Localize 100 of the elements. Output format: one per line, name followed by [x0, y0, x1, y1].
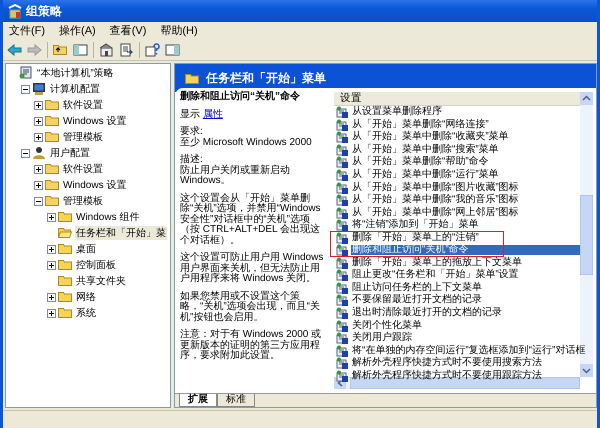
policy-setting-icon	[336, 256, 349, 269]
setting-item[interactable]: 退出时清除最近打开的文档的记录	[351, 308, 503, 318]
help-icon[interactable]	[145, 42, 160, 56]
scroll-thumb-icon	[580, 194, 593, 274]
requirements-label: 要求:	[180, 127, 204, 137]
expand-icon[interactable]	[34, 100, 43, 110]
description-text: 防止用户关闭或重新启动 Windows。	[180, 166, 291, 186]
tree-item[interactable]: 桌面	[75, 242, 97, 256]
description-text: 这个设置会从「开始」菜单删除“关机”选项，并禁用“Windows 安全性”对话框中的“关机”选项（按 CTRL+ALT+DEL 会出现这个对话框）。	[180, 194, 322, 246]
user-icon	[32, 146, 47, 160]
policy-setting-icon	[336, 118, 349, 131]
expand-icon[interactable]	[34, 116, 43, 126]
setting-item[interactable]: 解析外壳程序快捷方式时不要使用跟踪方法	[351, 370, 543, 381]
tree-item[interactable]: 软件设置	[62, 98, 104, 112]
computer-icon	[32, 82, 47, 96]
collapse-icon[interactable]	[21, 84, 30, 94]
tree-item[interactable]: 任务栏和「开始」菜	[75, 226, 167, 240]
expand-icon[interactable]	[47, 212, 56, 222]
description-text: 如果您禁用或不设置这个策略，“关机”选项会出现，而且“关机”按钮也会启用。	[180, 292, 321, 323]
panel-toggle-icon[interactable]	[73, 42, 88, 56]
setting-item[interactable]: 将“注销”添加到「开始」菜单	[351, 220, 480, 230]
tree-item[interactable]: “本地计算机”策略	[36, 66, 115, 80]
folder-icon	[45, 114, 60, 128]
menu-item[interactable]: 帮助(H)	[160, 23, 198, 38]
pane-title: 任务栏和「开始」菜单	[206, 70, 326, 86]
policy-setting-icon	[336, 357, 349, 370]
setting-item[interactable]: 从「开始」菜单中删除“运行”菜单	[351, 170, 500, 180]
folder-icon	[58, 210, 73, 224]
tree-item[interactable]: Windows 组件	[75, 210, 140, 224]
tree-item[interactable]: 系统	[75, 306, 97, 320]
setting-item[interactable]: 从设置菜单删除程序	[351, 107, 443, 118]
expand-icon[interactable]	[34, 164, 43, 174]
folder-icon	[58, 306, 73, 320]
setting-item[interactable]: 从「开始」菜单中删除“收藏夹”菜单	[351, 132, 510, 142]
policy-setting-icon	[336, 294, 349, 306]
setting-item[interactable]: 关闭个性化菜单	[351, 320, 423, 331]
properties-link[interactable]: 属性	[202, 108, 223, 120]
export-list-icon[interactable]	[119, 42, 134, 56]
policy-setting-icon	[336, 332, 349, 344]
tree-item[interactable]: Windows 设置	[62, 178, 128, 192]
expand-icon[interactable]	[34, 132, 43, 142]
policy-setting-icon	[336, 232, 349, 244]
tab[interactable]: 标准	[217, 394, 255, 407]
policy-setting-icon	[336, 307, 349, 320]
folder-icon	[58, 258, 73, 272]
setting-item[interactable]: 从「开始」菜单中删除“图片收藏”图标	[351, 182, 520, 193]
collapse-icon[interactable]	[21, 148, 30, 158]
setting-item[interactable]: 不要保留最近打开文档的记录	[351, 295, 483, 306]
policy-setting-icon	[336, 194, 349, 206]
tree-item[interactable]: 管理模板	[62, 194, 104, 208]
folder-up-icon[interactable]	[53, 42, 68, 56]
tree-item[interactable]: 软件设置	[62, 162, 104, 176]
folder-icon	[58, 242, 73, 256]
tree-item[interactable]: 共享文件夹	[75, 274, 127, 288]
folder-icon	[45, 162, 60, 176]
description-text: 这个设置可防止用户用 Windows 用户界面来关机，但无法防止用户用程序来将 Windows 关闭。	[180, 253, 324, 284]
scroll-up-icon	[580, 92, 593, 105]
policy-setting-icon	[336, 344, 349, 357]
tree-item[interactable]: 用户配置	[49, 146, 91, 160]
setting-item[interactable]: 从「开始」菜单中删除“我的音乐”图标	[351, 195, 520, 206]
folder-icon	[45, 98, 60, 112]
menu-item[interactable]: 查看(V)	[110, 23, 146, 38]
menu-item[interactable]: 文件(F)	[9, 23, 46, 38]
tree-item[interactable]: 计算机配置	[49, 82, 101, 96]
expand-icon[interactable]	[47, 308, 56, 318]
expand-icon[interactable]	[34, 180, 43, 190]
app-icon	[8, 4, 22, 18]
tree-item[interactable]: 网络	[75, 290, 97, 304]
policy-setting-icon	[336, 206, 349, 219]
policy-setting-icon	[336, 131, 349, 144]
setting-item[interactable]: 删除「开始」菜单上的拖放上下文菜单	[351, 258, 523, 268]
expand-icon[interactable]	[47, 260, 56, 270]
tree-item[interactable]: 管理模板	[62, 130, 104, 144]
back-arrow-icon[interactable]	[7, 42, 22, 56]
setting-item[interactable]: 阻止访问任务栏的上下文菜单	[351, 282, 483, 293]
setting-item[interactable]: 将“在单独的内存空间运行”复选框添加到“运行”对话框	[351, 346, 586, 356]
setting-item[interactable]: 关闭用户跟踪	[351, 333, 413, 344]
menu-item[interactable]: 操作(A)	[59, 23, 96, 38]
setting-item[interactable]: 从「开始」菜单删除“网络连接”	[351, 120, 490, 130]
setting-item[interactable]: 从「开始」菜单删除“帮助”命令	[351, 157, 490, 168]
policy-setting-icon	[336, 370, 349, 382]
setting-item[interactable]: 阻止更改“任务栏和「开始」菜单”设置	[351, 270, 520, 280]
folder-icon	[45, 130, 60, 144]
setting-item[interactable]: 从「开始」菜单中删除“搜索”菜单	[351, 144, 500, 155]
collapse-icon[interactable]	[34, 196, 43, 206]
tree-item[interactable]: Windows 设置	[62, 114, 128, 128]
setting-item[interactable]: 解析外壳程序快捷方式时不要使用搜索方法	[351, 358, 543, 368]
description-text: 注意：对于有 Windows 2000 或更新版本的证明的第三方应用程序，要求附加此设置。	[180, 330, 322, 362]
scroll-down-icon	[580, 364, 593, 377]
expand-icon[interactable]	[47, 292, 56, 302]
setting-item[interactable]: 删除「开始」菜单上的“注销”	[351, 232, 480, 243]
policy-setting-icon	[336, 182, 349, 194]
folder-icon	[45, 194, 60, 208]
expand-icon[interactable]	[47, 244, 56, 254]
setting-item[interactable]: 从「开始」菜单中删除“网上邻居”图标	[351, 208, 520, 218]
column-header[interactable]: 设置	[334, 92, 580, 106]
tree-item[interactable]: 控制面板	[75, 258, 117, 272]
pane-layout-icon[interactable]	[165, 42, 180, 56]
tab[interactable]: 扩展	[179, 394, 217, 407]
description-label: 描述:	[180, 155, 204, 165]
